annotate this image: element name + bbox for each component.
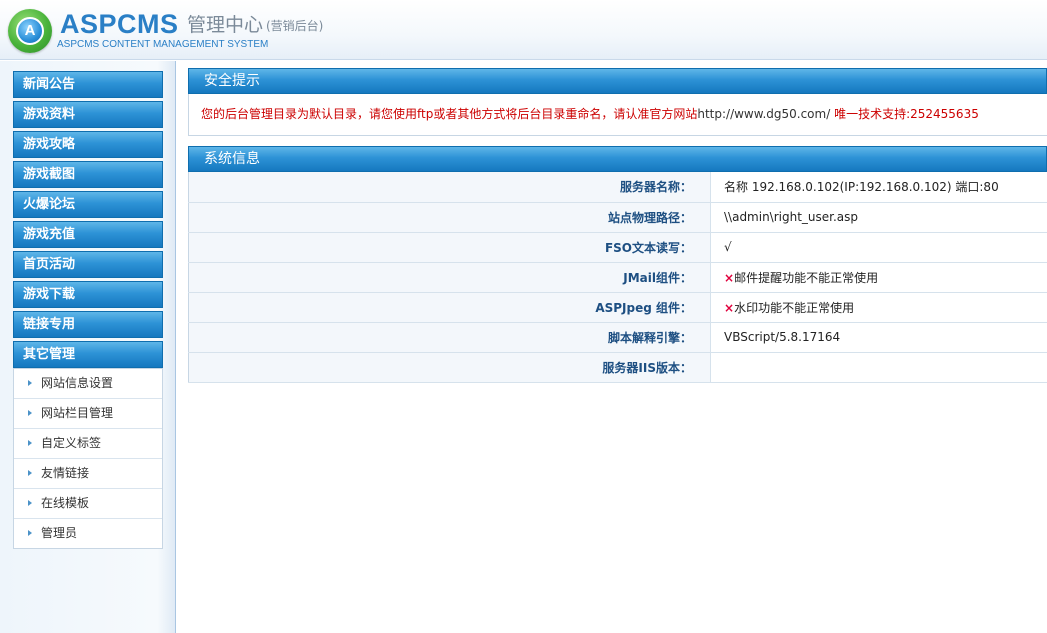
brand-tagline: ASPCMS CONTENT MANAGEMENT SYSTEM <box>57 39 269 50</box>
row-label: ASPJpeg 组件： <box>188 292 711 323</box>
menu-item-homepage-events[interactable]: 首页活动 <box>13 251 163 278</box>
menu-item-game-guide[interactable]: 游戏攻略 <box>13 131 163 158</box>
submenu-label: 网站栏目管理 <box>41 406 114 420</box>
table-row: 站点物理路径： \\admin\right_user.asp <box>188 202 1047 233</box>
row-value: ×水印功能不能正常使用 <box>710 292 1047 323</box>
row-label: 站点物理路径： <box>188 202 711 233</box>
table-row: 服务器名称： 名称 192.168.0.102(IP:192.168.0.102… <box>188 172 1047 203</box>
table-row: 服务器IIS版本： <box>188 352 1047 383</box>
security-notice-title: 安全提示 <box>188 68 1047 94</box>
submenu-online-templates[interactable]: 在线模板 <box>14 488 162 518</box>
menu-item-news[interactable]: 新闻公告 <box>13 71 163 98</box>
row-label: 服务器名称： <box>188 172 711 203</box>
menu-item-game-info[interactable]: 游戏资料 <box>13 101 163 128</box>
security-notice-panel: 安全提示 您的后台管理目录为默认目录，请您使用ftp或者其他方式将后台目录重命名… <box>188 68 1047 136</box>
submenu-custom-tags[interactable]: 自定义标签 <box>14 428 162 458</box>
submenu-column-management[interactable]: 网站栏目管理 <box>14 398 162 428</box>
logo-letter: A <box>16 17 44 45</box>
menu-item-other-management[interactable]: 其它管理 <box>13 341 163 368</box>
row-value: ×邮件提醒功能不能正常使用 <box>710 262 1047 293</box>
row-value: \\admin\right_user.asp <box>710 202 1047 233</box>
row-value: VBScript/5.8.17164 <box>710 322 1047 353</box>
caret-right-icon <box>28 529 32 536</box>
submenu-label: 管理员 <box>41 526 78 540</box>
system-info-panel: 系统信息 服务器名称： 名称 192.168.0.102(IP:192.168.… <box>188 146 1047 383</box>
row-value <box>710 352 1047 383</box>
table-row: FSO文本读写： √ <box>188 232 1047 263</box>
submenu-label: 友情链接 <box>41 466 90 480</box>
caret-right-icon <box>28 409 32 416</box>
error-x-icon: × <box>724 270 735 285</box>
caret-right-icon <box>28 499 32 506</box>
other-management-submenu: 网站信息设置 网站栏目管理 自定义标签 友情链接 在线模板 管理员 <box>13 368 163 549</box>
menu-item-screenshots[interactable]: 游戏截图 <box>13 161 163 188</box>
table-row: JMail组件： ×邮件提醒功能不能正常使用 <box>188 262 1047 293</box>
sidebar-menu: 新闻公告 游戏资料 游戏攻略 游戏截图 火爆论坛 游戏充值 首页活动 游戏下载 … <box>13 71 163 549</box>
caret-right-icon <box>28 469 32 476</box>
notice-message: 您的后台管理目录为默认目录，请您使用ftp或者其他方式将后台目录重命名，请认准官… <box>201 107 698 121</box>
official-site-link[interactable]: http://www.dg50.com/ <box>697 107 830 121</box>
caret-right-icon <box>28 379 32 386</box>
submenu-label: 自定义标签 <box>41 436 102 450</box>
row-value-text: 邮件提醒功能不能正常使用 <box>734 270 879 285</box>
admin-center-subtitle: (营销后台) <box>266 19 324 33</box>
row-value: 名称 192.168.0.102(IP:192.168.0.102) 端口:80 <box>710 172 1047 203</box>
header-bar: A ASPCMS 管理中心 (营销后台) ASPCMS CONTENT MANA… <box>0 0 1047 60</box>
row-label: 脚本解释引擎： <box>188 322 711 353</box>
menu-item-forum[interactable]: 火爆论坛 <box>13 191 163 218</box>
system-info-title: 系统信息 <box>188 146 1047 172</box>
support-contact: 唯一技术支持:252455635 <box>830 107 979 121</box>
caret-right-icon <box>28 439 32 446</box>
submenu-friend-links[interactable]: 友情链接 <box>14 458 162 488</box>
row-label: JMail组件： <box>188 262 711 293</box>
row-value: √ <box>710 232 1047 263</box>
security-notice-body: 您的后台管理目录为默认目录，请您使用ftp或者其他方式将后台目录重命名，请认准官… <box>188 94 1047 136</box>
admin-center-title: 管理中心 <box>187 14 264 36</box>
table-row: ASPJpeg 组件： ×水印功能不能正常使用 <box>188 292 1047 323</box>
error-x-icon: × <box>724 300 735 315</box>
submenu-label: 网站信息设置 <box>41 376 114 390</box>
brand-name: ASPCMS <box>60 9 179 39</box>
system-info-table: 服务器名称： 名称 192.168.0.102(IP:192.168.0.102… <box>188 172 1047 383</box>
row-label: 服务器IIS版本： <box>188 352 711 383</box>
menu-item-recharge[interactable]: 游戏充值 <box>13 221 163 248</box>
table-row: 脚本解释引擎： VBScript/5.8.17164 <box>188 322 1047 353</box>
submenu-site-settings[interactable]: 网站信息设置 <box>14 368 162 398</box>
menu-item-downloads[interactable]: 游戏下载 <box>13 281 163 308</box>
submenu-label: 在线模板 <box>41 496 90 510</box>
row-value-text: 水印功能不能正常使用 <box>734 300 855 315</box>
submenu-administrators[interactable]: 管理员 <box>14 518 162 548</box>
aspcms-logo: A <box>8 9 52 53</box>
menu-item-links[interactable]: 链接专用 <box>13 311 163 338</box>
row-label: FSO文本读写： <box>188 232 711 263</box>
